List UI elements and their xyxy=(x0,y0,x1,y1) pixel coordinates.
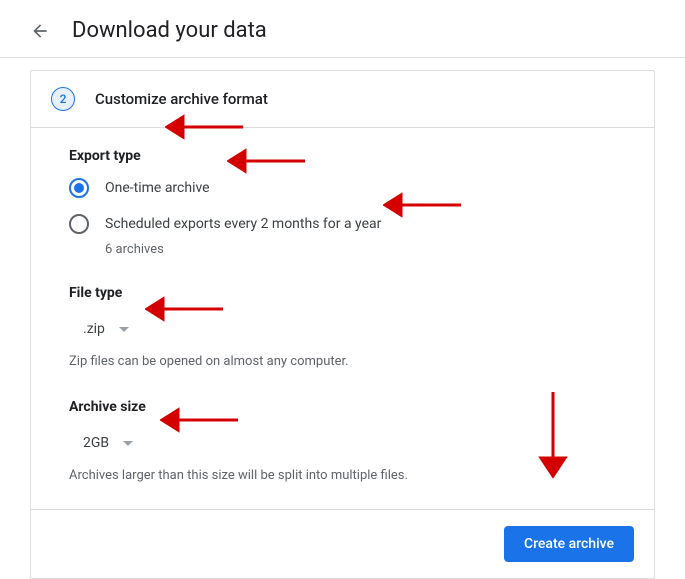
file-type-help: Zip files can be opened on almost any co… xyxy=(69,353,616,371)
header-divider xyxy=(0,57,685,58)
archive-size-help: Archives larger than this size will be s… xyxy=(69,467,616,485)
file-type-value: .zip xyxy=(83,321,105,337)
archive-size-section: Archive size 2GB Archives larger than th… xyxy=(69,399,616,485)
radio-icon xyxy=(69,178,89,198)
radio-one-time-label: One-time archive xyxy=(105,178,210,198)
arrow-back-icon xyxy=(30,21,50,41)
step-header: 2 Customize archive format xyxy=(31,71,654,128)
chevron-down-icon xyxy=(119,327,129,332)
step-title: Customize archive format xyxy=(95,90,268,108)
archive-size-label: Archive size xyxy=(69,399,616,415)
chevron-down-icon xyxy=(123,441,133,446)
archive-size-value: 2GB xyxy=(83,435,109,451)
file-type-label: File type xyxy=(69,285,616,301)
card-body: Export type One-time archive Scheduled e… xyxy=(31,128,654,485)
radio-scheduled-label: Scheduled exports every 2 months for a y… xyxy=(105,214,381,234)
archive-size-dropdown[interactable]: 2GB xyxy=(69,429,137,457)
file-type-section: File type .zip Zip files can be opened o… xyxy=(69,285,616,371)
page-header: Download your data xyxy=(0,0,685,57)
page-title: Download your data xyxy=(72,18,267,43)
radio-scheduled-sub: 6 archives xyxy=(105,242,381,257)
back-button[interactable] xyxy=(28,19,52,43)
radio-icon xyxy=(69,214,89,234)
radio-one-time[interactable]: One-time archive xyxy=(69,178,616,198)
radio-scheduled[interactable]: Scheduled exports every 2 months for a y… xyxy=(69,214,616,257)
export-type-label: Export type xyxy=(69,148,616,164)
card-footer: Create archive xyxy=(31,509,654,578)
file-type-dropdown[interactable]: .zip xyxy=(69,315,133,343)
export-card: 2 Customize archive format Export type O… xyxy=(30,70,655,579)
create-archive-button[interactable]: Create archive xyxy=(504,526,634,562)
step-number-badge: 2 xyxy=(51,87,75,111)
